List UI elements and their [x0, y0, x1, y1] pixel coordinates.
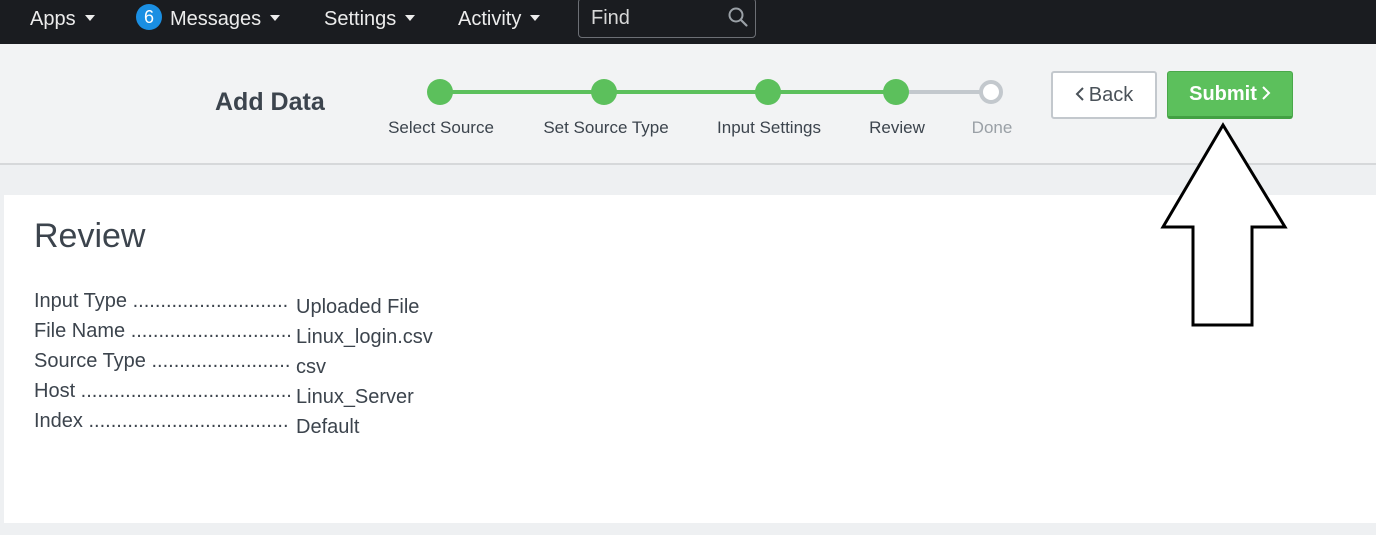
- review-row-value: Uploaded File: [296, 296, 420, 318]
- up-arrow-icon: [1160, 122, 1288, 327]
- step-label-review: Review: [869, 118, 925, 137]
- caret-down-icon: [530, 15, 541, 21]
- step-dot-set-source-type: [591, 79, 617, 105]
- caret-down-icon: [405, 15, 416, 21]
- submit-button-label: Submit: [1189, 83, 1257, 105]
- chevron-right-icon: [1262, 86, 1271, 100]
- caret-down-icon: [84, 15, 95, 21]
- step-dot-done: [979, 80, 1003, 104]
- step-dot-input-settings: [755, 79, 781, 105]
- search-box: [578, 0, 756, 38]
- review-row-key: Source Type ............................…: [34, 350, 290, 372]
- messages-count-badge: 6: [136, 4, 162, 30]
- review-row: File Name ..............................…: [34, 320, 433, 349]
- apps-menu-label: Apps: [30, 8, 76, 30]
- review-row: Index ..................................…: [34, 410, 359, 439]
- caret-down-icon: [270, 15, 281, 21]
- review-row: Source Type ............................…: [34, 350, 326, 379]
- review-row-value: Linux_login.csv: [296, 326, 433, 348]
- step-dot-review: [883, 79, 909, 105]
- back-button-label: Back: [1088, 84, 1134, 106]
- step-label-input-settings: Input Settings: [717, 118, 821, 137]
- step-label-select-source: Select Source: [388, 118, 494, 137]
- search-icon[interactable]: [727, 6, 749, 28]
- review-row-key: Host ...................................…: [34, 380, 290, 402]
- chevron-left-icon: [1075, 87, 1084, 101]
- review-row: Host ...................................…: [34, 380, 414, 409]
- review-row-value: csv: [296, 356, 326, 378]
- messages-menu[interactable]: 6 Messages: [136, 0, 281, 38]
- search-input[interactable]: [591, 1, 721, 35]
- review-row-value: Linux_Server: [296, 386, 414, 408]
- page-title: Add Data: [215, 88, 325, 116]
- review-row-key: Input Type .............................…: [34, 290, 290, 312]
- activity-menu-label: Activity: [458, 8, 522, 30]
- review-row-key: Index ..................................…: [34, 410, 290, 432]
- settings-menu[interactable]: Settings: [324, 0, 416, 38]
- step-remaining-line: [896, 90, 991, 94]
- review-row-value: Default: [296, 416, 360, 438]
- messages-menu-label: Messages: [170, 8, 262, 30]
- step-label-done: Done: [971, 118, 1013, 137]
- back-button[interactable]: Back: [1051, 71, 1157, 119]
- review-title: Review: [34, 217, 146, 255]
- review-row: Input Type .............................…: [34, 290, 419, 319]
- activity-menu[interactable]: Activity: [458, 0, 541, 38]
- step-progress-line: [440, 90, 896, 94]
- step-label-set-source-type: Set Source Type: [543, 118, 669, 137]
- step-dot-select-source: [427, 79, 453, 105]
- submit-button[interactable]: Submit: [1167, 71, 1293, 119]
- apps-menu[interactable]: Apps: [30, 0, 95, 38]
- settings-menu-label: Settings: [324, 8, 397, 30]
- review-row-key: File Name ..............................…: [34, 320, 290, 342]
- top-nav: Apps 6 Messages Settings Activity: [0, 0, 1376, 44]
